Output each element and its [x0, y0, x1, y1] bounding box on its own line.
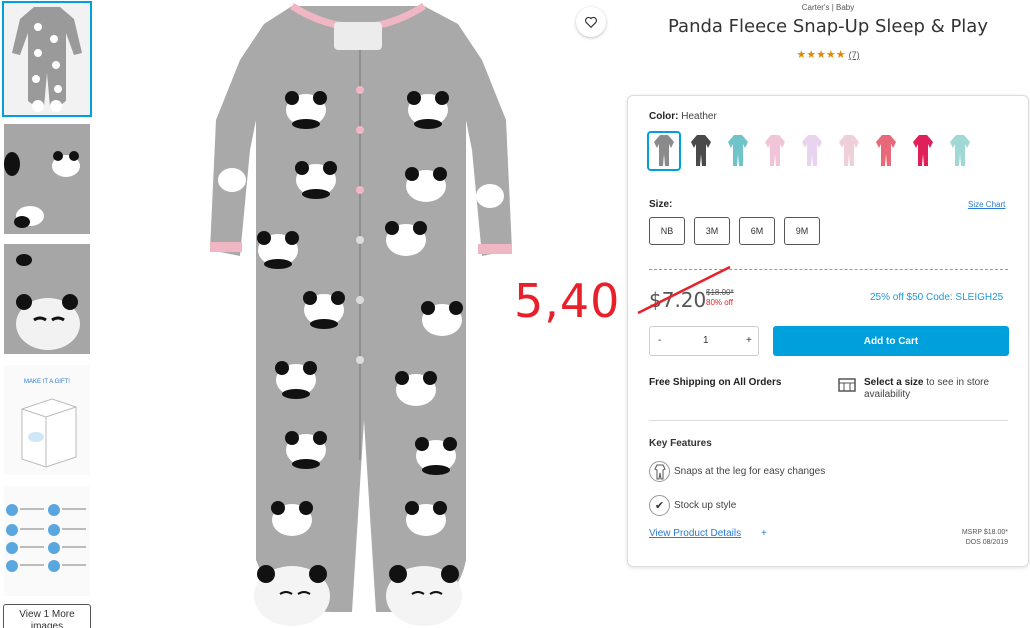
red-strikethrough-mark: [637, 265, 731, 315]
color-label: Color: Heather: [649, 111, 717, 122]
swatch-blush[interactable]: [832, 131, 866, 171]
store-availability: Select a size to see in store availabili…: [864, 377, 990, 400]
add-to-cart-button[interactable]: Add to Cart: [773, 326, 1009, 356]
feature-stock-up: Stock up style: [674, 500, 737, 511]
rating-stars: ★★★★★: [796, 49, 846, 61]
thumbnail-fabric-detail[interactable]: [4, 124, 90, 234]
divider: [649, 420, 1008, 421]
swatch-heather[interactable]: [647, 131, 681, 171]
feature-snaps: Snaps at the leg for easy changes: [674, 466, 826, 477]
view-more-images-button[interactable]: View 1 More images: [3, 604, 91, 628]
thumbnail-gift-box[interactable]: MAKE IT A GIFT!: [4, 365, 90, 475]
swatch-lavender[interactable]: [795, 131, 829, 171]
swatch-charcoal[interactable]: [684, 131, 718, 171]
wishlist-heart-button[interactable]: [576, 7, 606, 37]
quantity-increment[interactable]: +: [746, 335, 752, 346]
size-button-6m[interactable]: 6M: [739, 217, 775, 245]
swatch-coral[interactable]: [869, 131, 903, 171]
thumbnail-foot-detail[interactable]: [4, 244, 90, 354]
view-product-details-link[interactable]: View Product Details: [649, 528, 741, 539]
swatch-magenta[interactable]: [906, 131, 940, 171]
product-title: Panda Fleece Snap-Up Sleep & Play: [668, 16, 988, 37]
size-chart-link[interactable]: Size Chart: [968, 200, 1005, 209]
snap-leg-icon: [649, 461, 670, 482]
checkmark-icon: ✔: [649, 495, 670, 516]
swatch-teal[interactable]: [721, 131, 755, 171]
heart-icon: [585, 16, 597, 29]
size-button-3m[interactable]: 3M: [694, 217, 730, 245]
msrp-info: MSRP $18.00* DOS 08/2019: [928, 528, 1008, 548]
review-count-link[interactable]: (7): [849, 50, 860, 60]
brand-breadcrumb[interactable]: Carter's | Baby: [628, 3, 1028, 12]
quantity-decrement[interactable]: -: [658, 335, 661, 346]
rating[interactable]: ★★★★★ (7): [628, 48, 1028, 61]
color-value: Heather: [681, 111, 717, 122]
thumbnail-sleeper-front[interactable]: [2, 1, 92, 117]
quantity-value[interactable]: 1: [703, 335, 709, 346]
size-label: Size:: [649, 199, 673, 210]
size-button-nb[interactable]: NB: [649, 217, 685, 245]
purchase-card: Color: Heather Size: Size Chart NB 3M 6M…: [627, 95, 1029, 567]
quantity-stepper[interactable]: - 1 +: [649, 326, 759, 356]
free-shipping-text: Free Shipping on All Orders: [649, 377, 782, 388]
select-size-link[interactable]: Select a size: [864, 377, 923, 388]
expand-plus-icon[interactable]: +: [761, 528, 767, 539]
swatch-pink[interactable]: [758, 131, 792, 171]
promo-code: 25% off $50 Code: SLEIGH25: [870, 292, 1004, 303]
thumbnail-strip: MAKE IT A GIFT! View 1 More images: [0, 0, 100, 628]
swatch-mint[interactable]: [943, 131, 977, 171]
dos-date: DOS 08/2019: [965, 539, 1008, 546]
price-annotation: 5,40: [514, 274, 621, 328]
size-button-9m[interactable]: 9M: [784, 217, 820, 245]
store-icon: [838, 378, 856, 392]
thumbnail-features-chart[interactable]: [4, 486, 90, 596]
key-features-heading: Key Features: [649, 438, 712, 449]
msrp: MSRP $18.00*: [961, 529, 1008, 536]
